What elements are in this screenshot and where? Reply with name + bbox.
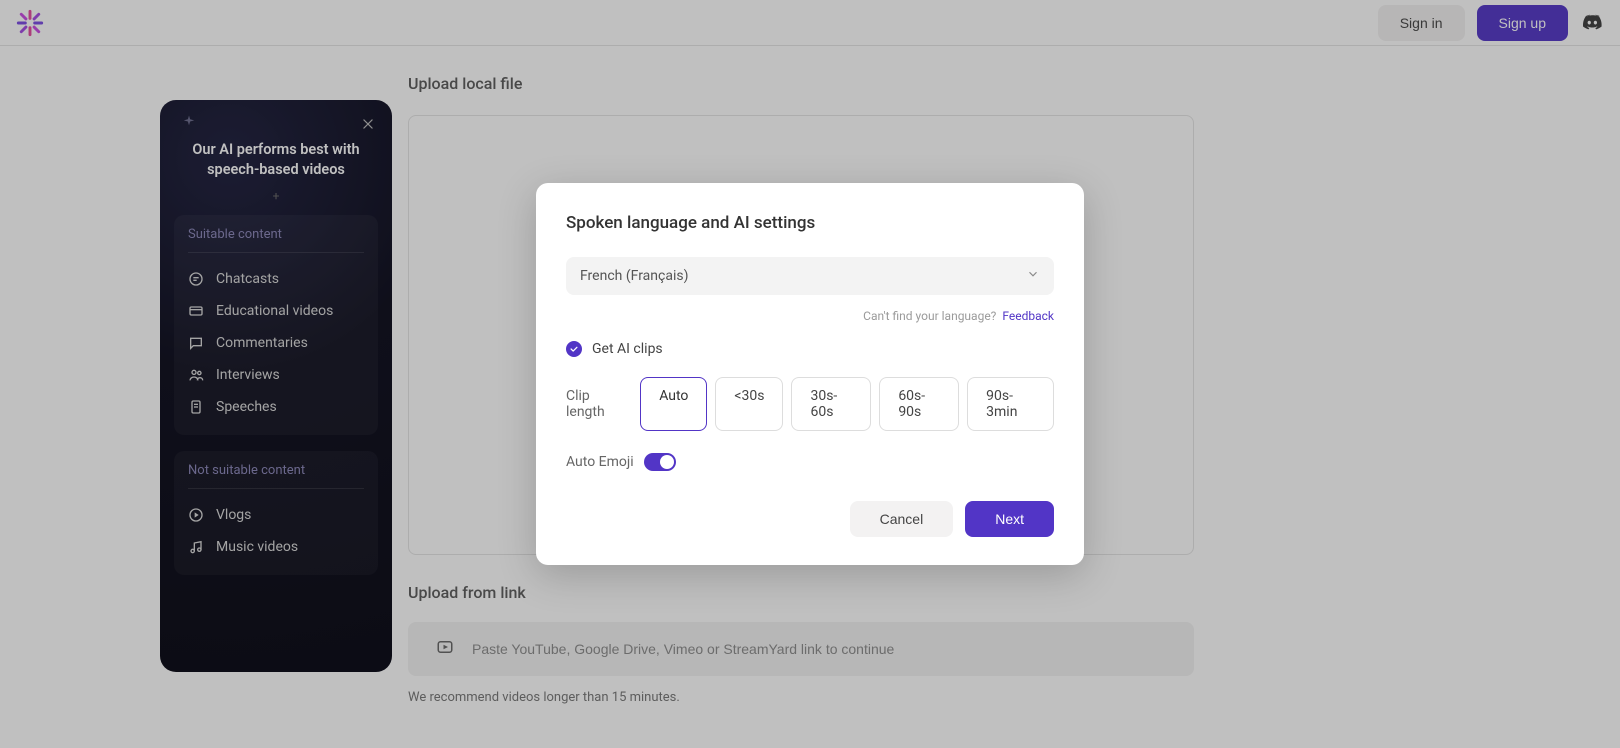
get-ai-clips-row[interactable]: Get AI clips bbox=[566, 341, 1054, 357]
language-select[interactable]: French (Français) bbox=[566, 257, 1054, 295]
get-ai-clips-label: Get AI clips bbox=[592, 341, 663, 357]
next-button[interactable]: Next bbox=[965, 501, 1054, 537]
check-icon bbox=[566, 341, 582, 357]
cant-find-language-text: Can't find your language? bbox=[863, 309, 996, 323]
clip-length-row: Clip length Auto<30s30s-60s60s-90s90s-3m… bbox=[566, 377, 1054, 431]
clip-option-30s[interactable]: <30s bbox=[715, 377, 783, 431]
modal-title: Spoken language and AI settings bbox=[566, 213, 1054, 233]
clip-option-auto[interactable]: Auto bbox=[640, 377, 707, 431]
clip-option-60s90s[interactable]: 60s-90s bbox=[879, 377, 959, 431]
clip-length-label: Clip length bbox=[566, 388, 628, 420]
auto-emoji-row: Auto Emoji bbox=[566, 453, 1054, 471]
language-ai-settings-modal: Spoken language and AI settings French (… bbox=[536, 183, 1084, 565]
clip-option-90s3min[interactable]: 90s-3min bbox=[967, 377, 1054, 431]
modal-overlay: Spoken language and AI settings French (… bbox=[0, 0, 1620, 748]
auto-emoji-toggle[interactable] bbox=[644, 453, 676, 471]
auto-emoji-label: Auto Emoji bbox=[566, 454, 634, 470]
toggle-knob bbox=[660, 455, 674, 469]
language-selected-value: French (Français) bbox=[580, 268, 688, 284]
modal-actions: Cancel Next bbox=[566, 501, 1054, 537]
feedback-link[interactable]: Feedback bbox=[1002, 309, 1054, 323]
cancel-button[interactable]: Cancel bbox=[850, 501, 954, 537]
clip-option-30s60s[interactable]: 30s-60s bbox=[791, 377, 871, 431]
chevron-down-icon bbox=[1026, 267, 1040, 285]
